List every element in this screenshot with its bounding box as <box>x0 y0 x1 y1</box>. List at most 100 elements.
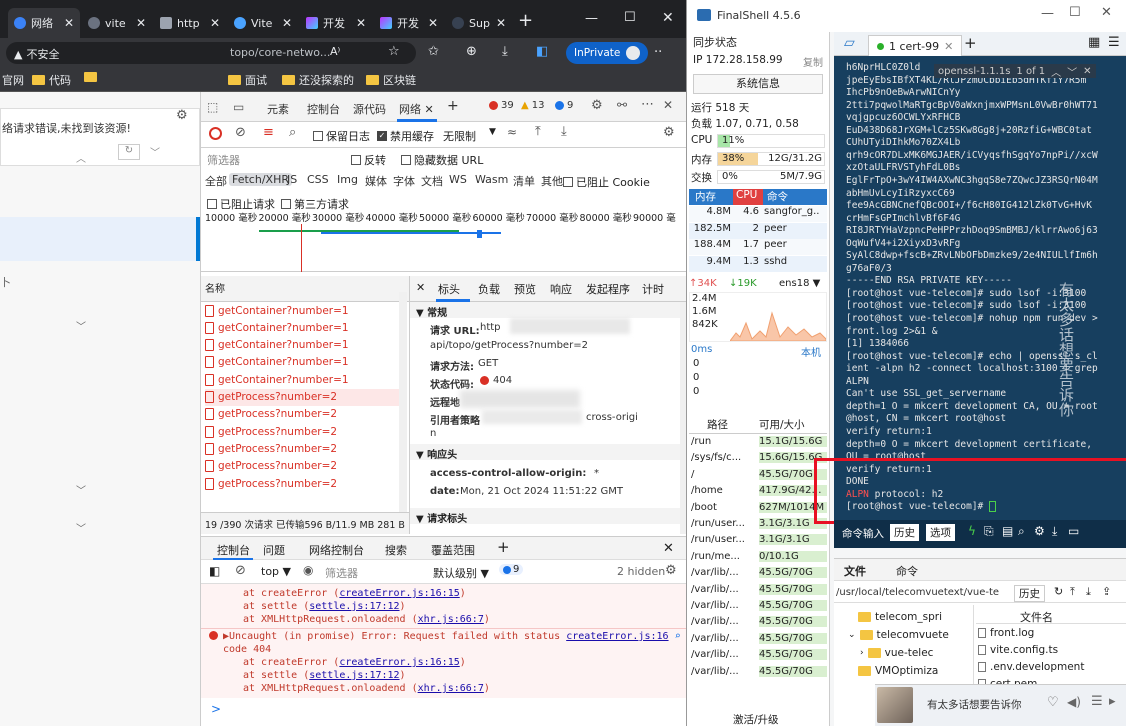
close-icon[interactable]: ✕ <box>1083 66 1091 77</box>
source-link[interactable]: xhr.js:66:7 <box>418 614 484 625</box>
window-icon[interactable]: ▭ <box>1068 524 1079 538</box>
paste-icon[interactable]: ▤ <box>1002 524 1013 538</box>
log-level-select[interactable]: 默认级别 ▼ <box>433 565 489 581</box>
throttle-select[interactable]: 无限制 <box>443 128 476 144</box>
close-icon[interactable]: ✕ <box>428 16 438 30</box>
chevron-up-icon[interactable]: ︿ <box>76 150 86 165</box>
filter-input[interactable]: 筛选器 <box>207 152 240 168</box>
disk-row[interactable]: /run/me... 0/10.1G <box>689 550 827 567</box>
add-tab-icon[interactable]: + <box>497 538 510 556</box>
device-toggle-icon[interactable]: ▭ <box>233 100 244 114</box>
request-row[interactable]: getContainer?number=1 <box>205 302 401 319</box>
tab-network[interactable]: 网络 ✕ <box>399 101 434 117</box>
history-button[interactable]: 历史 <box>890 524 919 541</box>
bookmark-folder[interactable]: 区块链 <box>366 72 416 88</box>
column-cpu[interactable]: CPU <box>733 189 763 205</box>
down-arrow-icon[interactable]: ﹀ <box>1067 64 1077 79</box>
column-path[interactable]: 路径 <box>707 417 728 432</box>
upload-icon[interactable]: ⤒ <box>1070 585 1075 599</box>
process-row[interactable]: 182.5M 2 peer <box>689 222 827 239</box>
tree-item[interactable]: › vue-telec <box>860 647 933 659</box>
type-filter[interactable]: 媒体 <box>365 173 387 189</box>
copilot-icon[interactable]: ◧ <box>536 44 548 59</box>
disk-row[interactable]: /var/lib/... 45.5G/70G <box>689 583 827 600</box>
request-row[interactable]: getContainer?number=1 <box>205 371 401 388</box>
section-request-headers[interactable]: ▼ 请求标头 <box>410 508 680 525</box>
tab-elements[interactable]: 元素 <box>267 101 289 117</box>
close-icon[interactable]: ✕ <box>136 16 146 30</box>
disk-row[interactable]: /var/lib/... 45.5G/70G <box>689 567 827 583</box>
tree-item[interactable]: VMOptimiza <box>858 665 938 677</box>
request-row[interactable]: getProcess?number=2 <box>205 475 401 492</box>
drawer-tab-issues[interactable]: 问题 <box>263 542 285 558</box>
error-message[interactable]: ▶Uncaught (in promise) Error: Request fa… <box>223 631 681 642</box>
settings-icon[interactable]: ⚙ <box>663 125 675 140</box>
type-filter[interactable]: Fetch/XHR <box>229 173 292 186</box>
search-icon[interactable]: ⌕ <box>289 125 296 140</box>
invert-checkbox[interactable]: 反转 <box>351 152 386 168</box>
sysinfo-button[interactable]: 系统信息 <box>693 74 823 94</box>
request-row[interactable]: getContainer?number=1 <box>205 337 401 354</box>
chevron-down-icon[interactable]: ﹀ <box>76 482 86 497</box>
inspect-icon[interactable]: ⬚ <box>207 100 218 114</box>
refresh-button[interactable]: ↻ <box>118 144 140 160</box>
tab-headers[interactable]: 标头 <box>438 281 460 297</box>
customize-icon[interactable]: ⚯ <box>617 98 627 112</box>
tab-files[interactable]: 文件 <box>844 563 866 579</box>
error-count[interactable]: 39 <box>489 100 514 111</box>
type-filter[interactable]: WS <box>449 173 467 186</box>
address-bar[interactable] <box>6 42 416 64</box>
eye-icon[interactable]: ◉ <box>303 563 313 577</box>
activate-link[interactable]: 激活/升级 <box>733 712 779 727</box>
maximize-button[interactable]: ☐ <box>624 10 636 25</box>
new-tab-button[interactable]: + <box>518 10 533 31</box>
source-link[interactable]: createError.js:16:15 <box>339 588 459 599</box>
close-icon[interactable]: ✕ <box>663 98 673 112</box>
download-icon[interactable]: ⤓ <box>1086 585 1091 599</box>
upload-icon[interactable]: ⤒ <box>535 124 541 139</box>
disk-row[interactable]: /var/lib/... 45.5G/70G <box>689 600 827 616</box>
preserve-log-checkbox[interactable]: 保留日志 <box>313 128 370 144</box>
type-filter[interactable]: 清单 <box>513 173 535 189</box>
up-arrow-icon[interactable]: ︿ <box>1051 64 1061 79</box>
gear-icon[interactable]: ⚙ <box>176 108 188 123</box>
file-item[interactable]: vite.config.ts <box>978 644 1058 656</box>
file-item[interactable]: .env.development <box>978 661 1084 673</box>
inprivate-button[interactable]: InPrivate <box>566 42 649 64</box>
download-icon[interactable]: ⤓ <box>561 124 567 139</box>
bookmark-folder[interactable]: 代码 <box>32 72 71 88</box>
filter-icon[interactable]: ≡ <box>263 125 274 140</box>
type-filter[interactable]: Img <box>337 173 358 186</box>
type-filter[interactable]: 字体 <box>393 173 415 189</box>
bookmark-folder[interactable]: 面试 <box>228 72 267 88</box>
close-icon[interactable]: ✕ <box>64 16 74 30</box>
tab-timing[interactable]: 计时 <box>642 281 664 297</box>
clear-icon[interactable]: ⊘ <box>235 125 246 140</box>
source-link[interactable]: xhr.js:66:7 <box>418 683 484 694</box>
tab-commands[interactable]: 命令 <box>896 563 918 579</box>
type-filter[interactable]: 其他 <box>541 173 563 189</box>
search-icon[interactable]: ⌕ <box>675 631 681 642</box>
chevron-down-icon[interactable]: ﹀ <box>150 144 160 159</box>
file-item[interactable]: front.log <box>978 627 1034 639</box>
upload-folder-icon[interactable]: ⇪ <box>1102 585 1111 598</box>
timeline-overview[interactable]: 10000 毫秒 20000 毫秒 30000 毫秒 40000 毫秒 50000 毫秒… <box>201 210 686 272</box>
request-row[interactable]: getProcess?number=2 <box>205 458 401 475</box>
copy-icon[interactable]: ⎘ <box>984 524 994 539</box>
record-button[interactable] <box>209 127 222 140</box>
drawer-tab-search[interactable]: 搜索 <box>385 542 407 558</box>
play-icon[interactable]: ▸ <box>1109 694 1116 709</box>
history-button[interactable]: 历史 <box>1014 585 1045 602</box>
tab-payload[interactable]: 负载 <box>478 281 500 297</box>
command-input-label[interactable]: 命令输入 <box>842 526 884 541</box>
search-icon[interactable]: ⌕ <box>1018 524 1025 539</box>
close-icon[interactable]: ✕ <box>496 16 506 30</box>
hide-data-url-checkbox[interactable]: 隐藏数据 URL <box>401 152 483 168</box>
context-select[interactable]: top ▼ <box>261 565 291 578</box>
close-icon[interactable]: ✕ <box>356 16 366 30</box>
collections-icon[interactable]: ⊕ <box>466 44 477 59</box>
sidebar-toggle-icon[interactable]: ◧ <box>209 564 220 578</box>
column-command[interactable]: 命令 <box>763 189 788 205</box>
browser-tab[interactable]: 开发 ✕ <box>300 8 372 38</box>
more-icon[interactable]: ⋯ <box>641 97 654 112</box>
